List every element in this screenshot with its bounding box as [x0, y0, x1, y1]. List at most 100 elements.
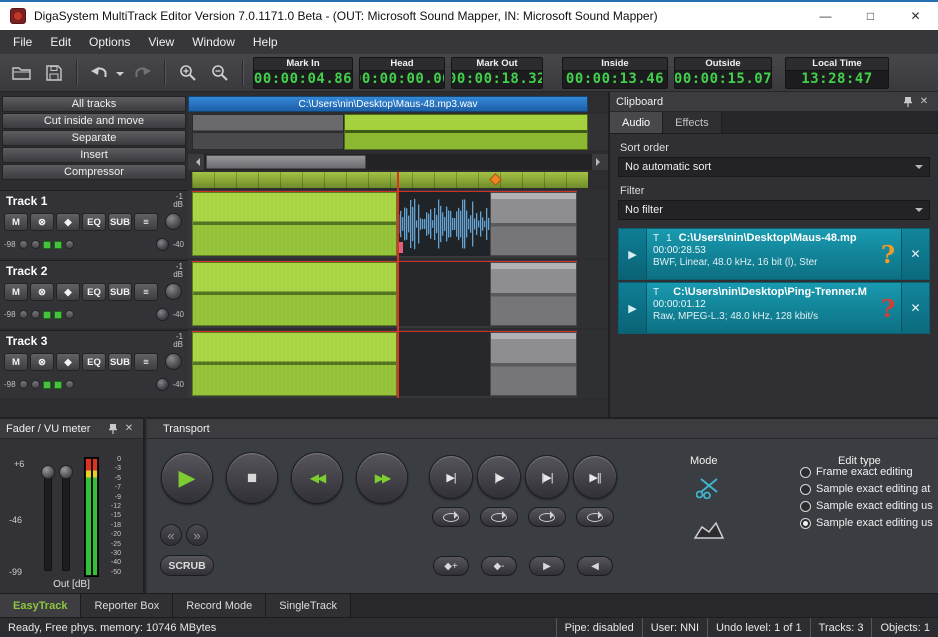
loop-toggle-button[interactable]: [432, 507, 470, 527]
pan-knob[interactable]: [165, 353, 182, 370]
compressor-button[interactable]: Compressor: [2, 164, 186, 180]
sub-button[interactable]: SUB: [108, 283, 132, 301]
play-around-mark-button[interactable]: ▶||: [573, 455, 617, 499]
fader-groove-right[interactable]: [62, 471, 70, 571]
menu-view[interactable]: View: [139, 30, 183, 54]
mute-button[interactable]: M: [4, 213, 28, 231]
add-marker-button[interactable]: ◆+: [433, 556, 469, 576]
scrollbar-thumb[interactable]: [206, 155, 366, 169]
gain-knob[interactable]: [156, 238, 169, 251]
scissors-mode-icon[interactable]: [696, 477, 722, 502]
clipboard-item[interactable]: ▶ T 1 C:\Users\nin\Desktop\Maus-48.mp 00…: [618, 228, 930, 280]
separate-button[interactable]: Separate: [2, 130, 186, 146]
cut-inside-and-move-button[interactable]: Cut inside and move: [2, 113, 186, 129]
pin-icon[interactable]: [900, 94, 916, 110]
tab-effects[interactable]: Effects: [663, 112, 721, 133]
save-icon[interactable]: [40, 59, 68, 87]
mini-toggle[interactable]: [65, 240, 74, 249]
zoom-in-icon[interactable]: [174, 59, 202, 87]
timeline-file-bar[interactable]: C:\Users\nin\Desktop\Maus-48.mp3.wav: [188, 96, 588, 112]
overview-waveform-green[interactable]: [344, 114, 588, 150]
loop-toggle-button[interactable]: [480, 507, 518, 527]
close-panel-icon[interactable]: ✕: [916, 94, 932, 110]
fader-thumb-right[interactable]: [59, 465, 73, 479]
overview-waveform-gray[interactable]: [192, 114, 344, 150]
next-object-button[interactable]: »: [186, 524, 208, 546]
eq-button[interactable]: EQ: [82, 283, 106, 301]
fader-groove-left[interactable]: [44, 471, 52, 571]
pan-knob[interactable]: [165, 283, 182, 300]
menu-window[interactable]: Window: [183, 30, 244, 54]
mini-toggle[interactable]: [31, 380, 40, 389]
undo-icon[interactable]: [86, 59, 114, 87]
nudge-back-button[interactable]: ◀: [577, 556, 613, 576]
menu-options[interactable]: Options: [80, 30, 139, 54]
gain-knob[interactable]: [156, 378, 169, 391]
filter-select[interactable]: No filter: [618, 200, 930, 220]
play-selection-button[interactable]: |▶|: [525, 455, 569, 499]
edit-type-option-0[interactable]: Frame exact editing: [800, 466, 913, 478]
play-item-button[interactable]: ▶: [619, 283, 647, 333]
nudge-forward-button[interactable]: ▶: [529, 556, 565, 576]
previous-object-button[interactable]: «: [160, 524, 182, 546]
envelope-mode-icon[interactable]: [694, 519, 724, 542]
fast-forward-button[interactable]: ▶▶: [356, 452, 408, 504]
gain-knob[interactable]: [156, 308, 169, 321]
menu-help[interactable]: Help: [244, 30, 287, 54]
menu-edit[interactable]: Edit: [41, 30, 80, 54]
play-button[interactable]: ▶: [161, 452, 213, 504]
zoom-out-icon[interactable]: [206, 59, 234, 87]
track-menu-button[interactable]: ≡: [134, 283, 158, 301]
edit-type-option-2[interactable]: Sample exact editing us: [800, 500, 933, 512]
radio-icon[interactable]: [800, 501, 811, 512]
undo-dropdown-icon[interactable]: [116, 72, 124, 80]
minimize-button[interactable]: —: [803, 2, 848, 30]
mini-toggle[interactable]: [31, 310, 40, 319]
clipboard-item[interactable]: ▶ T C:\Users\nin\Desktop\Ping-Trenner.M …: [618, 282, 930, 334]
eq-button[interactable]: EQ: [82, 213, 106, 231]
play-to-mark-button[interactable]: ▶|: [429, 455, 473, 499]
audio-clip-gray[interactable]: [490, 262, 577, 326]
solo-button[interactable]: ⊗: [30, 213, 54, 231]
audio-clip-green[interactable]: [192, 192, 397, 256]
edit-type-option-1[interactable]: Sample exact editing at: [800, 483, 930, 495]
eq-button[interactable]: EQ: [82, 353, 106, 371]
audio-clip-green[interactable]: [192, 262, 397, 326]
rewind-button[interactable]: ◀◀: [291, 452, 343, 504]
sub-button[interactable]: SUB: [108, 353, 132, 371]
record-arm-button[interactable]: ◆: [56, 213, 80, 231]
record-arm-button[interactable]: ◆: [56, 353, 80, 371]
remove-item-button[interactable]: ✕: [901, 283, 929, 333]
stop-button[interactable]: ■: [226, 452, 278, 504]
play-item-button[interactable]: ▶: [619, 229, 647, 279]
mini-toggle[interactable]: [65, 310, 74, 319]
sub-button[interactable]: SUB: [108, 213, 132, 231]
tab-reporter-box[interactable]: Reporter Box: [81, 594, 173, 617]
mini-toggle[interactable]: [19, 240, 28, 249]
track-menu-button[interactable]: ≡: [134, 353, 158, 371]
radio-icon[interactable]: [800, 484, 811, 495]
mini-toggle[interactable]: [65, 380, 74, 389]
tab-easytrack[interactable]: EasyTrack: [0, 594, 81, 617]
timeline-ruler[interactable]: [192, 172, 588, 188]
mini-toggle[interactable]: [19, 310, 28, 319]
loop-toggle-button[interactable]: [528, 507, 566, 527]
all-tracks-button[interactable]: All tracks: [2, 96, 186, 112]
scroll-right-icon[interactable]: [592, 154, 608, 170]
mini-toggle[interactable]: [19, 380, 28, 389]
waveform-detail-svg[interactable]: [397, 192, 490, 256]
scrub-button[interactable]: SCRUB: [160, 555, 214, 576]
loop-toggle-button[interactable]: [576, 507, 614, 527]
close-button[interactable]: ✕: [893, 2, 938, 30]
solo-button[interactable]: ⊗: [30, 283, 54, 301]
play-from-mark-button[interactable]: |▶: [477, 455, 521, 499]
record-arm-button[interactable]: ◆: [56, 283, 80, 301]
remove-marker-button[interactable]: ◆-: [481, 556, 517, 576]
edit-type-option-3[interactable]: Sample exact editing us: [800, 517, 933, 529]
insert-button[interactable]: Insert: [2, 147, 186, 163]
tab-record-mode[interactable]: Record Mode: [173, 594, 266, 617]
mute-button[interactable]: M: [4, 353, 28, 371]
open-folder-icon[interactable]: [8, 59, 36, 87]
pan-knob[interactable]: [165, 213, 182, 230]
scroll-left-icon[interactable]: [188, 154, 204, 170]
